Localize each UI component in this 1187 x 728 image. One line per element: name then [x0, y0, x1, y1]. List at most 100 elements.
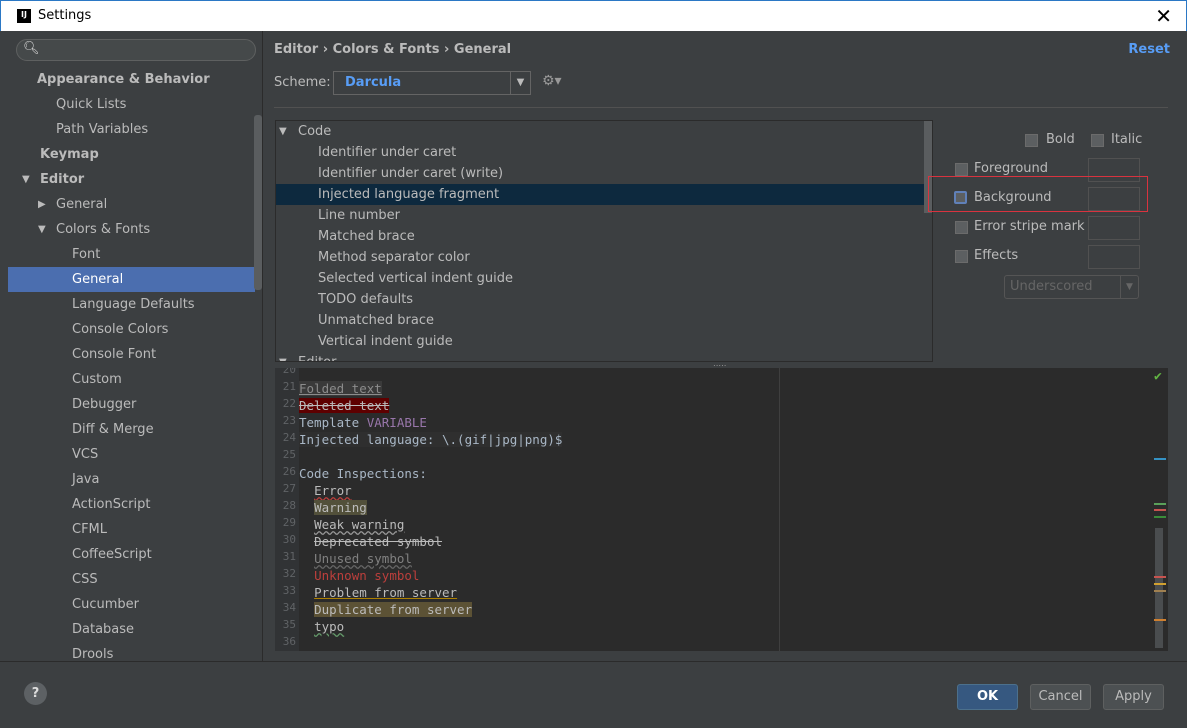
code-line: Duplicate from server: [299, 601, 473, 618]
effect-type-dropdown[interactable]: Underscored ▼: [1004, 275, 1139, 299]
error-stripe-color-swatch[interactable]: [1088, 216, 1140, 240]
gear-icon[interactable]: ⚙▾: [542, 73, 562, 89]
tree-item-label: TODO defaults: [318, 292, 414, 307]
foreground-checkbox[interactable]: [955, 163, 968, 176]
tree-item[interactable]: ▼ Code: [276, 121, 924, 142]
code-line: Deleted text: [299, 397, 390, 414]
tree-item[interactable]: Method separator color: [276, 247, 924, 268]
cancel-button[interactable]: Cancel: [1030, 684, 1091, 710]
code-line: Folded text: [299, 380, 382, 397]
code-line: Error: [299, 482, 352, 499]
tree-item[interactable]: Vertical indent guide: [276, 331, 924, 352]
template-variable: VARIABLE: [366, 415, 427, 430]
chevron-down-icon: ▼: [510, 72, 530, 94]
sidebar-item-label: CSS: [72, 572, 98, 587]
sidebar-item[interactable]: Database: [8, 617, 255, 642]
sidebar-item[interactable]: VCS: [8, 442, 255, 467]
tree-item-label: Editor: [298, 352, 336, 361]
sidebar-item[interactable]: Language Defaults: [8, 292, 255, 317]
tree-item[interactable]: Selected vertical indent guide: [276, 268, 924, 289]
help-button[interactable]: ?: [24, 682, 47, 705]
sidebar-item-label: Quick Lists: [56, 97, 127, 112]
error-stripe-marker: [1154, 503, 1166, 505]
search-input[interactable]: 🔍︎: [16, 39, 256, 61]
sidebar-item[interactable]: CFML: [8, 517, 255, 542]
error-stripe-marker: [1154, 509, 1166, 511]
effects-label: Effects: [974, 248, 1019, 263]
sidebar-item-label: ActionScript: [72, 497, 151, 512]
tree-item-label: Method separator color: [318, 250, 470, 265]
italic-checkbox[interactable]: [1091, 134, 1104, 147]
sidebar-item-label: Custom: [72, 372, 122, 387]
sidebar-item[interactable]: ActionScript: [8, 492, 255, 517]
sidebar-item[interactable]: Debugger: [8, 392, 255, 417]
ok-button[interactable]: OK: [957, 684, 1018, 710]
sidebar-item[interactable]: CSS: [8, 567, 255, 592]
tree-item[interactable]: Injected language fragment: [276, 184, 924, 205]
code-line: Unknown symbol: [299, 567, 419, 584]
effects-color-swatch[interactable]: [1088, 245, 1140, 269]
sidebar-scrollbar[interactable]: [254, 115, 262, 290]
italic-label: Italic: [1111, 132, 1143, 147]
chevron-down-icon[interactable]: ▼: [279, 352, 287, 361]
apply-button[interactable]: Apply: [1103, 684, 1164, 710]
code-line: typo: [299, 618, 344, 635]
sidebar-item[interactable]: ▶ General: [8, 192, 255, 217]
settings-content: Editor › Colors & Fonts › General Reset …: [263, 31, 1187, 661]
search-icon: 🔍︎: [23, 41, 40, 56]
sidebar-item[interactable]: Cucumber: [8, 592, 255, 617]
tree-item[interactable]: Identifier under caret (write): [276, 163, 924, 184]
sidebar-item[interactable]: General: [8, 267, 255, 292]
sidebar-item[interactable]: Appearance & Behavior: [8, 67, 255, 92]
sidebar-item[interactable]: Path Variables: [8, 117, 255, 142]
title-bar: IJ Settings ✕: [0, 0, 1187, 31]
sidebar-item[interactable]: Drools: [8, 642, 255, 661]
line-number: 21: [282, 380, 296, 393]
sidebar-item-label: Path Variables: [56, 122, 149, 137]
sidebar-item[interactable]: Custom: [8, 367, 255, 392]
chevron-right-icon[interactable]: ▶: [38, 192, 46, 217]
line-number: 33: [282, 584, 296, 597]
chevron-down-icon[interactable]: ▼: [38, 217, 46, 242]
line-number: 32: [282, 567, 296, 580]
code-line: Unused symbol: [299, 550, 412, 567]
bold-checkbox[interactable]: [1025, 134, 1038, 147]
tree-item[interactable]: TODO defaults: [276, 289, 924, 310]
sidebar-item[interactable]: Keymap: [8, 142, 255, 167]
tree-item[interactable]: Line number: [276, 205, 924, 226]
sidebar-item-label: CFML: [72, 522, 108, 537]
sidebar-item[interactable]: ▼ Colors & Fonts: [8, 217, 255, 242]
sidebar-item[interactable]: Quick Lists: [8, 92, 255, 117]
sidebar-item-label: Editor: [40, 172, 85, 187]
window-title: Settings: [38, 8, 92, 23]
tree-item[interactable]: Identifier under caret: [276, 142, 924, 163]
sidebar-item[interactable]: Console Font: [8, 342, 255, 367]
tree-item[interactable]: Matched brace: [276, 226, 924, 247]
error-stripe-checkbox[interactable]: [955, 221, 968, 234]
preview-editor[interactable]: 20 21 22 23 24 25 26 27 28 29 30 31 32 33 34 35 36 Folde…: [275, 368, 1168, 651]
chevron-down-icon[interactable]: ▼: [22, 167, 30, 192]
sidebar-item[interactable]: CoffeeScript: [8, 542, 255, 567]
effects-checkbox[interactable]: [955, 250, 968, 263]
sidebar-item[interactable]: Font: [8, 242, 255, 267]
tree-item[interactable]: Unmatched brace: [276, 310, 924, 331]
editor-scrollbar[interactable]: [1155, 528, 1163, 648]
sidebar-item[interactable]: ▼ Editor: [8, 167, 255, 192]
effect-type-value: Underscored: [1010, 279, 1093, 294]
sidebar-item-label: Font: [72, 247, 101, 262]
sidebar-item[interactable]: Diff & Merge: [8, 417, 255, 442]
chevron-down-icon[interactable]: ▼: [279, 121, 287, 142]
sidebar-item[interactable]: Console Colors: [8, 317, 255, 342]
sidebar-item-label: Debugger: [72, 397, 137, 412]
code-text: Problem from server: [314, 585, 458, 600]
reset-link[interactable]: Reset: [1128, 42, 1170, 57]
tree-item[interactable]: ▼ Editor: [276, 352, 924, 361]
scheme-dropdown[interactable]: Darcula ▼: [333, 71, 531, 95]
sidebar-item[interactable]: Java: [8, 467, 255, 492]
code-text: Warning: [314, 500, 367, 515]
right-margin-line: [779, 368, 780, 651]
sidebar-item-label: Console Font: [72, 347, 157, 362]
code-line: Deprecated symbol: [299, 533, 442, 550]
close-button[interactable]: ✕: [1155, 4, 1172, 28]
error-stripe-marker: [1154, 590, 1166, 592]
